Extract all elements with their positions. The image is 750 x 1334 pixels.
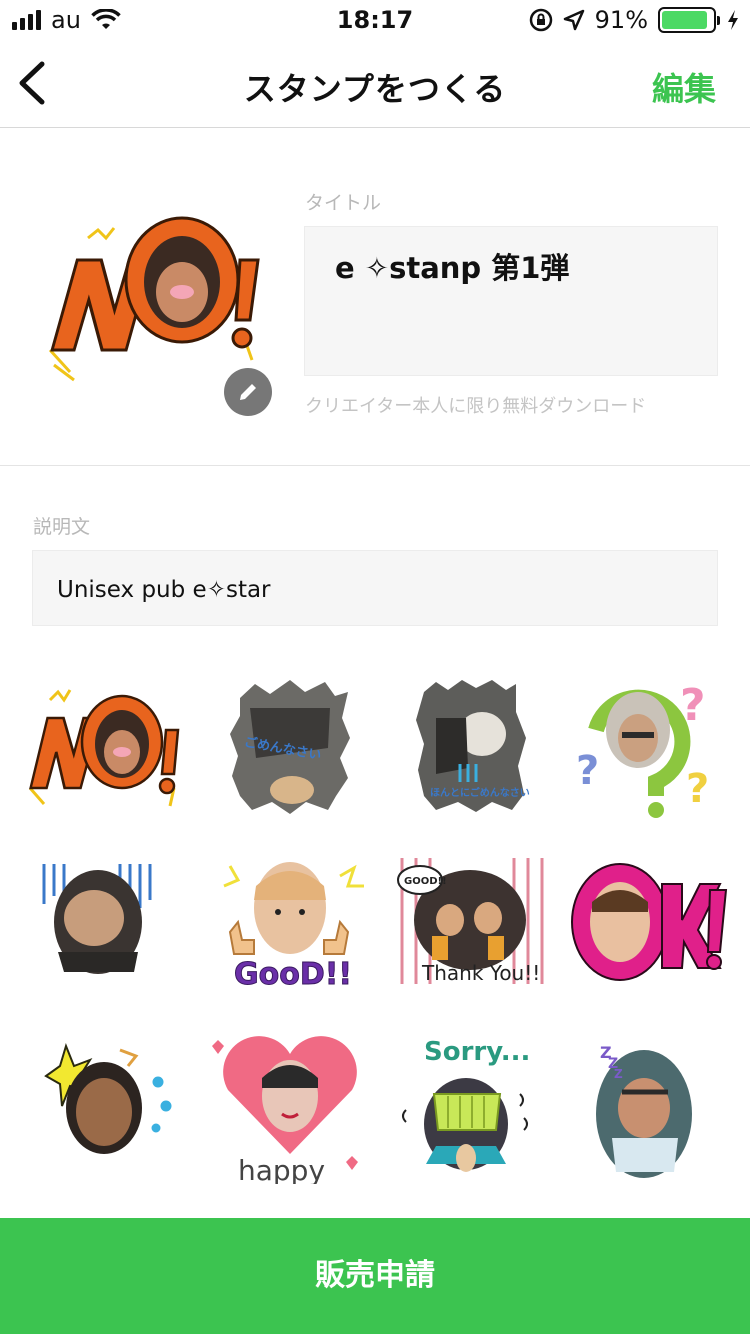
- rotation-lock-icon: [529, 8, 552, 32]
- sales-application-button[interactable]: 販売申請: [0, 1218, 750, 1334]
- edit-sticker-button[interactable]: [224, 368, 272, 416]
- charging-icon: [728, 10, 738, 30]
- description-value: Unisex pub e✧star: [57, 577, 271, 603]
- title-value: e ✧stanp 第1弾: [335, 251, 570, 285]
- sticker-sorry[interactable]: Sorry...: [396, 1034, 566, 1184]
- sticker-sleepy[interactable]: Z Z Z: [578, 1034, 748, 1184]
- svg-text:?: ?: [686, 766, 709, 812]
- edit-button[interactable]: 編集: [652, 64, 716, 110]
- svg-text:happy: happy: [238, 1154, 325, 1184]
- sticker-gomennasai[interactable]: ごめんなさい: [210, 678, 380, 828]
- sticker-hontoni-gomennasai[interactable]: ほんとにごめんなさい: [396, 678, 566, 828]
- sticker-surprise[interactable]: [40, 1036, 210, 1186]
- title-field[interactable]: e ✧stanp 第1弾: [304, 226, 718, 376]
- sticker-no[interactable]: [24, 678, 194, 828]
- svg-text:?: ?: [576, 748, 599, 794]
- svg-text:GooD!!: GooD!!: [234, 957, 352, 992]
- sticker-thank-you[interactable]: GOOD!! Thank You!!: [396, 856, 566, 1006]
- description-label: 説明文: [33, 516, 91, 538]
- description-field[interactable]: Unisex pub e✧star: [32, 550, 718, 626]
- location-icon: [563, 9, 584, 31]
- title-label: タイトル: [305, 192, 382, 214]
- svg-text:Z: Z: [614, 1067, 623, 1081]
- divider: [0, 465, 750, 466]
- svg-text:GOOD!!: GOOD!!: [404, 876, 447, 887]
- pencil-icon: [240, 384, 256, 400]
- sticker-happy[interactable]: happy: [206, 1034, 376, 1184]
- sticker-grid: ごめんなさい ほんとにごめんなさい ? ? ? GooD!! GOOD!! Th…: [0, 660, 750, 1200]
- navigation-bar: スタンプをつくる 編集: [0, 40, 750, 128]
- battery-icon: [658, 7, 720, 33]
- page-title: スタンプをつくる: [243, 70, 507, 108]
- sticker-good[interactable]: GooD!!: [214, 856, 384, 1006]
- title-hint: クリエイター本人に限り無料ダウンロード: [305, 396, 647, 417]
- svg-text:Sorry...: Sorry...: [424, 1037, 530, 1067]
- sticker-create-screen: au 18:17 91% スタンプをつくる 編集 タイトル e ✧stanp 第…: [0, 0, 750, 1334]
- svg-text:?: ?: [680, 680, 706, 731]
- battery-percent: 91%: [594, 6, 648, 34]
- status-bar: au 18:17 91%: [0, 0, 750, 40]
- sticker-shock[interactable]: [34, 856, 204, 1006]
- sticker-question[interactable]: ? ? ?: [576, 672, 746, 822]
- sticker-ok[interactable]: [570, 856, 740, 1006]
- svg-text:ほんとにごめんなさい: ほんとにごめんなさい: [430, 786, 530, 799]
- svg-text:Thank You!!: Thank You!!: [421, 961, 540, 985]
